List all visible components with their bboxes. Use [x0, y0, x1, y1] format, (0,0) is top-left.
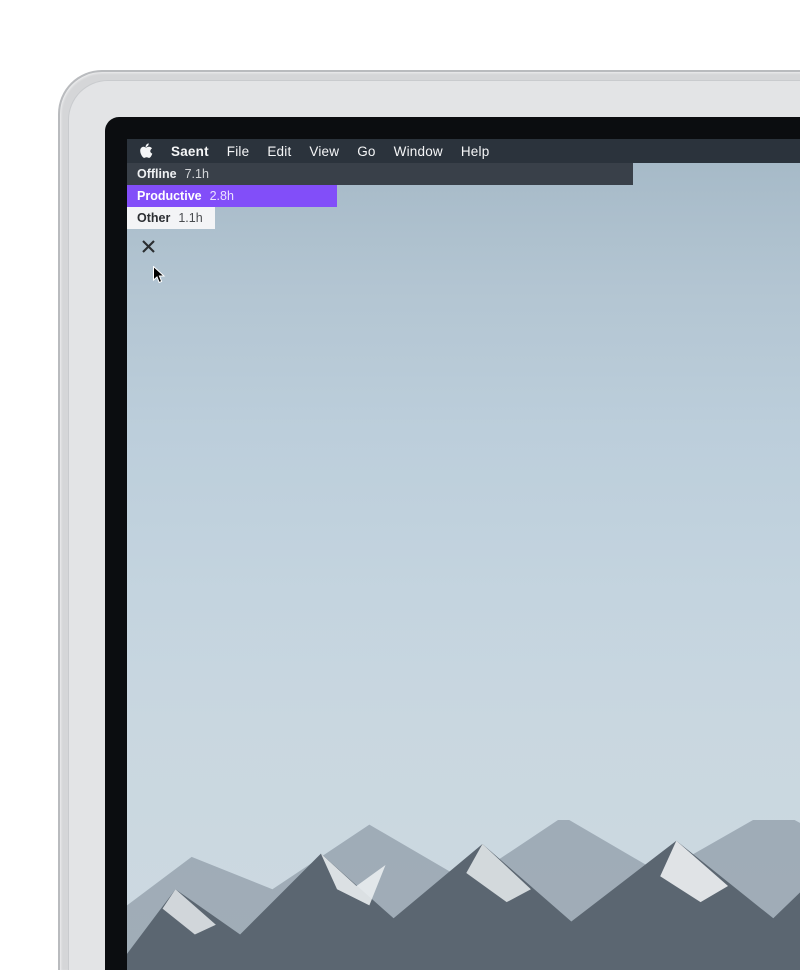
cursor-icon — [153, 266, 166, 285]
time-bars: Offline 7.1h Productive 2.8h Other 1.1h — [127, 163, 633, 229]
bar-other-value: 1.1h — [178, 211, 202, 225]
menu-help[interactable]: Help — [461, 144, 490, 159]
menu-file[interactable]: File — [227, 144, 250, 159]
laptop-frame-inner: Saent File Edit View Go Window Help Offl… — [68, 80, 800, 970]
menu-view[interactable]: View — [309, 144, 339, 159]
menubar: Saent File Edit View Go Window Help — [127, 139, 800, 163]
close-icon[interactable] — [141, 239, 156, 258]
bar-productive[interactable]: Productive 2.8h — [127, 185, 337, 207]
bar-productive-label: Productive — [137, 189, 202, 203]
menu-window[interactable]: Window — [394, 144, 443, 159]
bar-offline-label: Offline — [137, 167, 177, 181]
menu-edit[interactable]: Edit — [267, 144, 291, 159]
screen: Saent File Edit View Go Window Help Offl… — [127, 139, 800, 970]
screen-bezel: Saent File Edit View Go Window Help Offl… — [105, 117, 800, 970]
desktop-wallpaper: Saent File Edit View Go Window Help Offl… — [127, 139, 800, 970]
menubar-app-name[interactable]: Saent — [171, 144, 209, 159]
laptop-frame-outer: Saent File Edit View Go Window Help Offl… — [58, 70, 800, 970]
apple-icon[interactable] — [139, 143, 153, 159]
bar-productive-value: 2.8h — [210, 189, 234, 203]
bar-offline-value: 7.1h — [185, 167, 209, 181]
bar-other[interactable]: Other 1.1h — [127, 207, 215, 229]
wallpaper-mountains — [127, 820, 800, 970]
bar-other-label: Other — [137, 211, 170, 225]
menu-go[interactable]: Go — [357, 144, 375, 159]
bar-offline[interactable]: Offline 7.1h — [127, 163, 633, 185]
